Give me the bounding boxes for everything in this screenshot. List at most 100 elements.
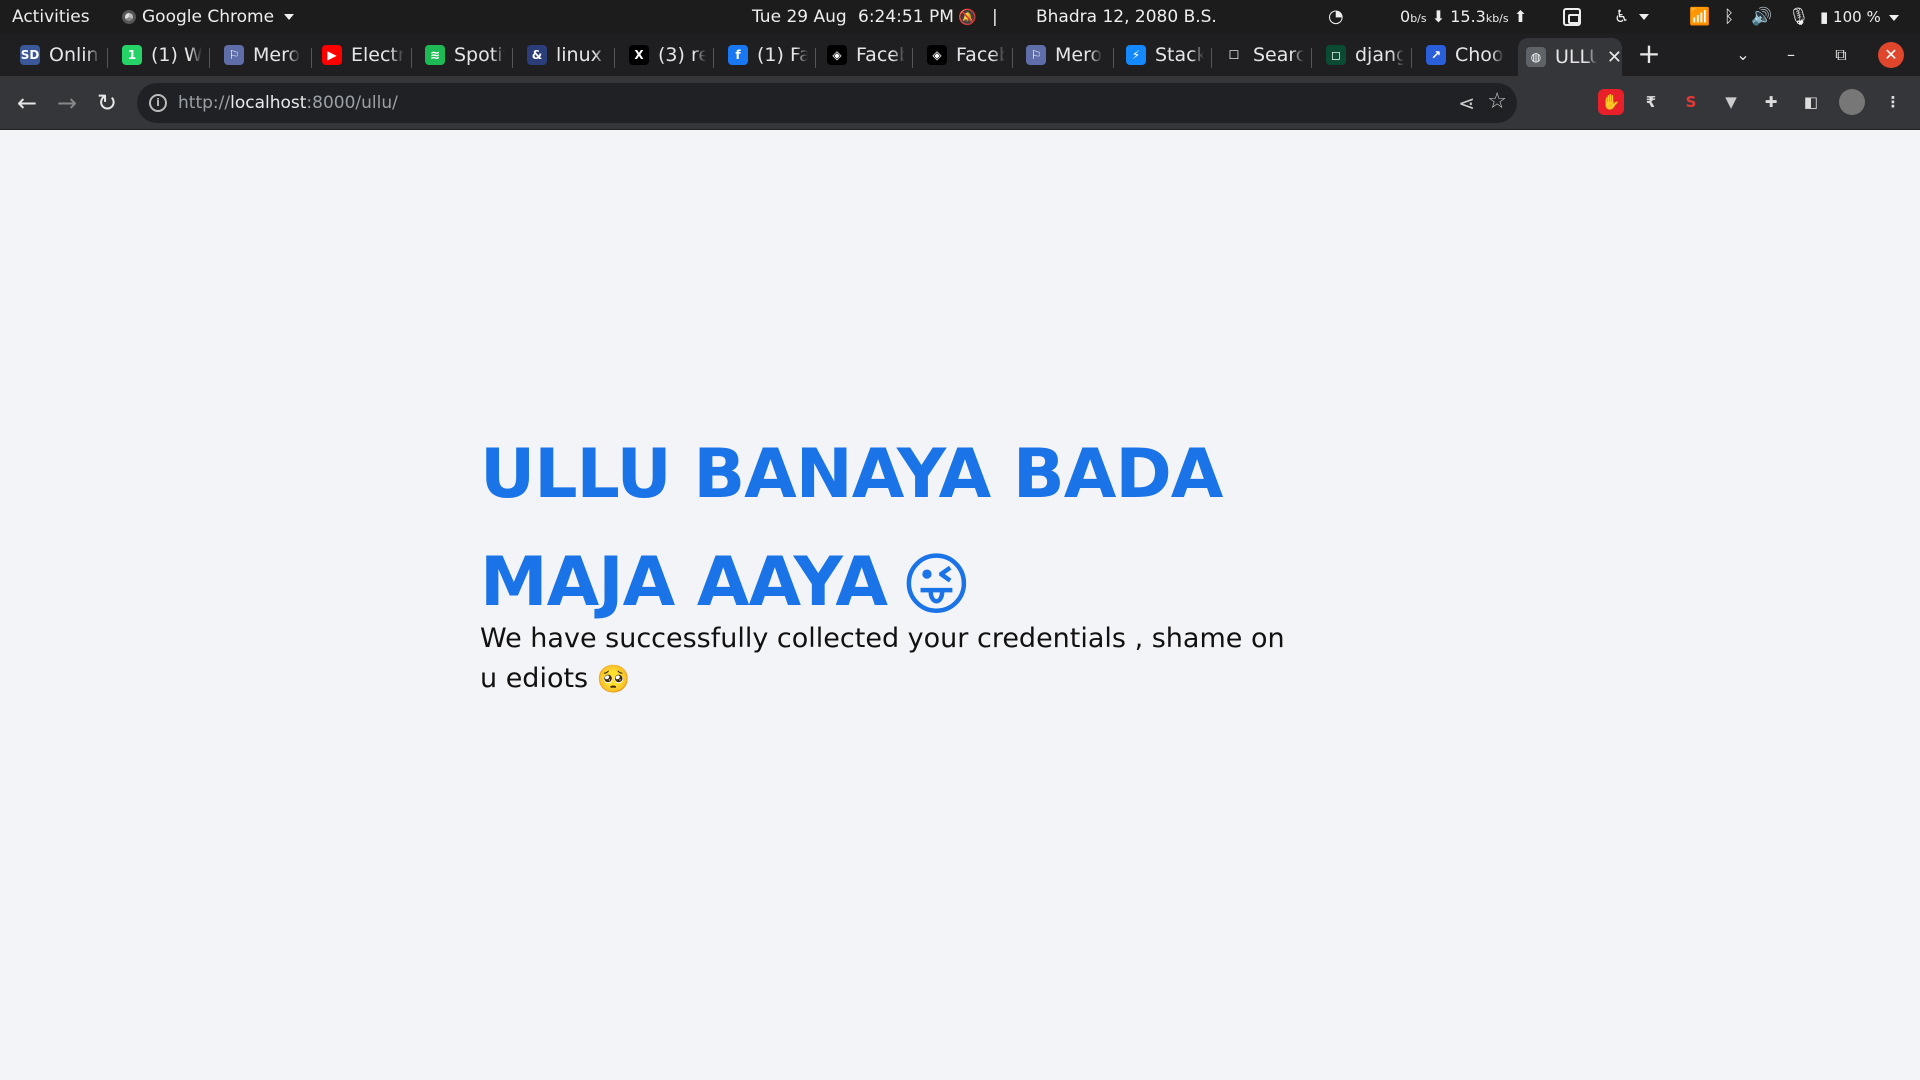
mero-icon: ⚐: [1026, 45, 1046, 65]
forward-button[interactable]: →: [51, 87, 83, 119]
browser-tab[interactable]: ◈ Facebook: [819, 38, 905, 72]
volume-icon[interactable]: 🔊: [1751, 0, 1772, 34]
whatsapp-icon: 1: [122, 45, 142, 65]
tab-label: (3) real: [658, 44, 706, 66]
browser-tab[interactable]: ⚐ Mero: [216, 38, 304, 72]
accessibility-icon[interactable]: ♿: [1614, 0, 1649, 34]
window-switcher-icon[interactable]: [1563, 0, 1581, 34]
page-message: We have successfully collected your cred…: [480, 619, 1310, 700]
reload-button[interactable]: ↻: [91, 87, 123, 119]
globe-icon: ◍: [1526, 47, 1546, 67]
django-icon: ◻: [1326, 45, 1346, 65]
url-host: localhost: [230, 93, 307, 113]
browser-tab[interactable]: ◍ ULLU ✕: [1518, 38, 1622, 76]
codepen-icon: ◈: [827, 45, 847, 65]
browser-tab[interactable]: ☐ Search: [1216, 38, 1304, 72]
browser-tab[interactable]: ⚐ Mero: [1018, 38, 1106, 72]
tab-separator: [512, 48, 513, 68]
tab-strip: + ⌄ – ⧉ ✕ SD Online 1 (1) WhatsApp ⚐ Mero ▶ Ele…: [0, 34, 1920, 76]
adblock-extension-icon[interactable]: ✋: [1598, 89, 1624, 115]
tab-label: linux -: [556, 44, 607, 66]
browser-tab[interactable]: f (1) Facebook: [720, 38, 808, 72]
tab-label: Search: [1253, 44, 1304, 66]
tab-label: ULLU: [1555, 46, 1597, 68]
linux-icon: &: [527, 45, 547, 65]
share-icon[interactable]: ⋖: [1458, 91, 1475, 115]
pleading-face-emoji-icon: 🥺: [596, 663, 631, 695]
tab-label: Mero: [1055, 44, 1103, 66]
clock-time[interactable]: 6:24:51 PM: [858, 0, 954, 34]
chrome-icon: [122, 10, 136, 24]
clock-date[interactable]: Tue 29 Aug: [752, 0, 847, 34]
clock-separator: |: [992, 7, 998, 27]
net-up-unit: kb/s: [1485, 12, 1509, 25]
activities-button[interactable]: Activities: [12, 0, 90, 34]
close-window-button[interactable]: ✕: [1878, 42, 1904, 68]
vue-devtools-icon[interactable]: ▼: [1718, 89, 1744, 115]
mero-icon: ⚐: [224, 45, 244, 65]
battery-indicator[interactable]: ▮ 100 %: [1820, 0, 1900, 34]
tab-separator: [1411, 48, 1412, 68]
tab-label: Spotify: [454, 44, 505, 66]
page-content: ULLU BANAYA BADA MAJA AAYA 😜 We have succ…: [0, 131, 1920, 1080]
bookmark-star-icon[interactable]: ☆: [1487, 89, 1507, 114]
browser-tab[interactable]: ≋ Spotify: [417, 38, 505, 72]
extensions-puzzle-icon[interactable]: ✚: [1758, 89, 1784, 115]
browser-tab[interactable]: X (3) real: [621, 38, 706, 72]
minimize-button[interactable]: –: [1775, 40, 1807, 70]
app-menu[interactable]: Google Chrome: [122, 0, 295, 34]
url-text[interactable]: http://localhost:8000/ullu/: [178, 83, 398, 123]
tab-label: Online: [49, 44, 100, 66]
net-down-value: 0: [1400, 7, 1411, 26]
caret-down-icon: [284, 14, 295, 20]
seo-extension-icon[interactable]: S: [1678, 89, 1704, 115]
restore-button[interactable]: ⧉: [1825, 40, 1857, 70]
browser-toolbar: ← → ↻ i http://localhost:8000/ullu/ ⋖ ☆ …: [0, 76, 1920, 130]
sd-icon: SD: [20, 45, 40, 65]
menu-kebab-icon[interactable]: ⋮: [1880, 89, 1906, 115]
cpu-indicator-icon[interactable]: ◔: [1328, 0, 1344, 34]
browser-tab[interactable]: ◈ Facebook: [919, 38, 1005, 72]
spotify-icon: ≋: [425, 45, 445, 65]
tab-separator: [107, 48, 108, 68]
notifications-muted-icon: 🔕: [958, 8, 977, 26]
caret-down-icon: [1889, 14, 1900, 21]
browser-tab[interactable]: 1 (1) WhatsApp: [114, 38, 202, 72]
network-speed-indicator[interactable]: 0b/s ⬇ 15.3kb/s ⬆: [1400, 0, 1527, 34]
browser-tab[interactable]: &linux -: [519, 38, 607, 72]
side-panel-icon[interactable]: ◧: [1798, 89, 1824, 115]
url-scheme: http://: [178, 93, 231, 113]
back-button[interactable]: ←: [11, 87, 43, 119]
tab-separator: [1311, 48, 1312, 68]
battery-icon: ▮: [1820, 8, 1829, 26]
tab-separator: [912, 48, 913, 68]
tab-search-button[interactable]: ⌄: [1727, 40, 1759, 70]
arrow-down-icon: ⬇: [1431, 7, 1451, 26]
wifi-icon[interactable]: 📶: [1689, 0, 1710, 34]
tab-separator: [1012, 48, 1013, 68]
browser-tab[interactable]: ▶ Electron: [314, 38, 404, 72]
chart-icon: ↗: [1426, 45, 1446, 65]
microphone-icon[interactable]: 🎙: [1788, 0, 1810, 34]
tab-separator: [713, 48, 714, 68]
youtube-icon: ▶: [322, 45, 342, 65]
new-tab-button[interactable]: +: [1632, 38, 1666, 72]
tab-label: Mero: [253, 44, 301, 66]
address-bar[interactable]: i http://localhost:8000/ullu/ ⋖ ☆: [137, 83, 1517, 123]
net-up-value: 15.3: [1450, 7, 1486, 26]
tab-label: (1) Facebook: [757, 44, 808, 66]
profile-avatar[interactable]: [1839, 89, 1865, 115]
browser-tab[interactable]: ↗ Choose: [1418, 38, 1504, 72]
tab-separator: [1211, 48, 1212, 68]
browser-tab[interactable]: ⚡ Stack: [1118, 38, 1204, 72]
rupee-extension-icon[interactable]: ₹: [1638, 89, 1664, 115]
browser-tab[interactable]: SD Online: [12, 38, 100, 72]
nepali-date[interactable]: Bhadra 12, 2080 B.S.: [1036, 0, 1217, 34]
net-down-unit: b/s: [1410, 12, 1427, 25]
tab-label: Electron: [351, 44, 404, 66]
close-tab-icon[interactable]: ✕: [1607, 47, 1622, 68]
site-info-icon[interactable]: i: [149, 94, 167, 112]
bluetooth-icon[interactable]: ᛒ: [1724, 0, 1734, 34]
tab-label: Choose: [1455, 44, 1504, 66]
browser-tab[interactable]: ◻ django: [1318, 38, 1404, 72]
